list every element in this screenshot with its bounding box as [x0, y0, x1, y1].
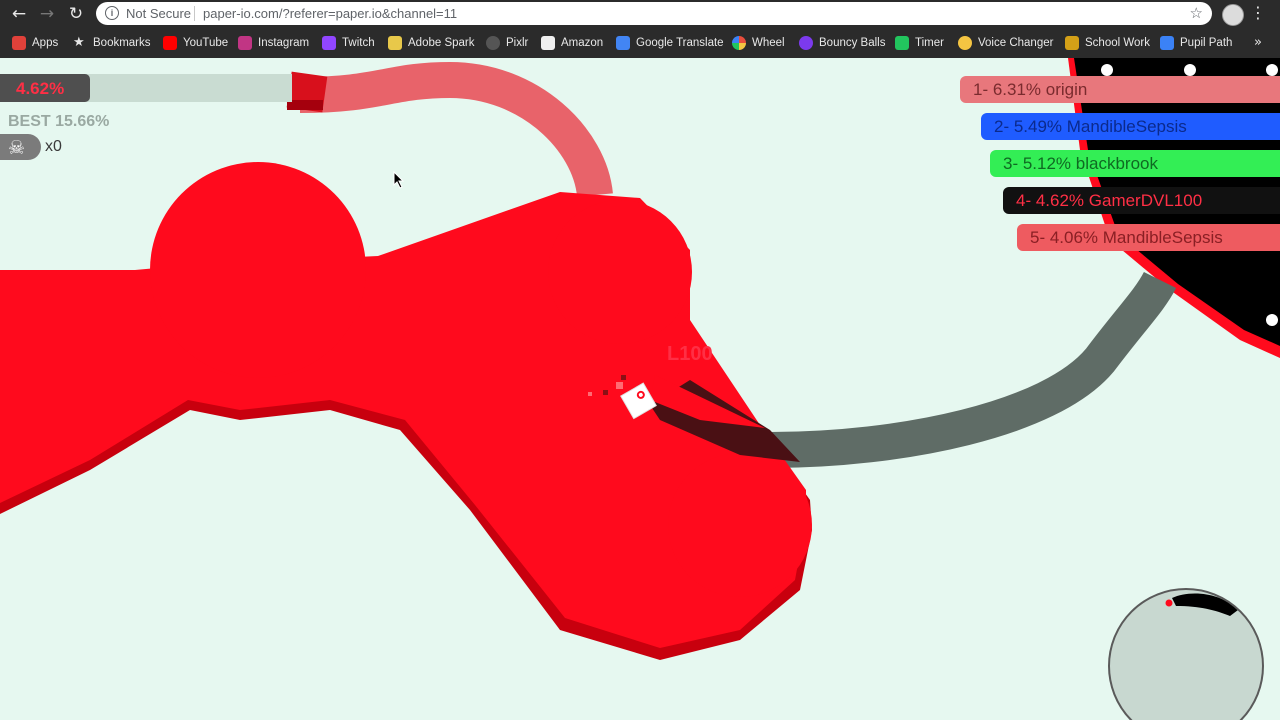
- bookmark-wheel[interactable]: Wheel: [732, 28, 785, 58]
- reload-icon[interactable]: ↻: [66, 4, 86, 24]
- enemy-trail: [769, 271, 1177, 468]
- bouncy-balls-icon: [799, 36, 813, 50]
- amazon-icon: [541, 36, 555, 50]
- bookmark-label: Pixlr: [506, 37, 529, 49]
- game-canvas[interactable]: 4.62% BEST 15.66% ☠ x0 L100 1- 6.31% ori…: [0, 58, 1280, 720]
- adobe-spark-icon: [388, 36, 402, 50]
- bookmark-label: Voice Changer: [978, 37, 1054, 49]
- bookmark-instagram[interactable]: Instagram: [238, 28, 309, 58]
- enemy-dot: [1101, 64, 1113, 76]
- bookmark-label: Twitch: [342, 37, 375, 49]
- address-divider: [194, 6, 195, 21]
- bookmark-apps[interactable]: Apps: [12, 28, 58, 58]
- star-icon: ★: [73, 35, 85, 50]
- particle: [588, 392, 592, 396]
- leaderboard-row-2: 2- 5.49% MandibleSepsis: [981, 113, 1280, 140]
- skull-icon: ☠: [8, 137, 26, 159]
- youtube-icon: [163, 36, 177, 50]
- bookmark-voice-changer[interactable]: Voice Changer: [958, 28, 1053, 58]
- bookmark-adobe-spark[interactable]: Adobe Spark: [388, 28, 475, 58]
- bookmark-label: School Work: [1085, 37, 1150, 49]
- score-percent: 4.62%: [16, 79, 65, 98]
- kill-count: x0: [45, 138, 62, 155]
- minimap-player-dot: [1165, 599, 1173, 607]
- security-label: Not Secure: [126, 6, 192, 21]
- bookmark-timer[interactable]: Timer: [895, 28, 944, 58]
- bookmark-google-translate[interactable]: Google Translate: [616, 28, 724, 58]
- enemy-dot: [1266, 64, 1278, 76]
- bookmark-label: Bookmarks: [93, 37, 151, 49]
- pupil-path-icon: [1160, 36, 1174, 50]
- player-name-label: L100: [667, 343, 713, 365]
- bookmark-label: Amazon: [561, 37, 604, 49]
- bookmark-school-work[interactable]: School Work: [1065, 28, 1150, 58]
- bookmark-label: Adobe Spark: [408, 37, 475, 49]
- bookmark-label: Apps: [32, 37, 59, 49]
- bookmark-star-icon[interactable]: ☆: [1190, 4, 1203, 22]
- timer-icon: [895, 36, 909, 50]
- voice-changer-icon: [958, 36, 972, 50]
- particle: [603, 390, 608, 395]
- instagram-icon: [238, 36, 252, 50]
- url-text[interactable]: paper-io.com/?referer=paper.io&channel=1…: [203, 6, 457, 21]
- school-work-icon: [1065, 36, 1079, 50]
- bookmark-label: Timer: [915, 37, 944, 49]
- bookmark-label: Instagram: [258, 37, 310, 49]
- bookmark-label: Wheel: [752, 37, 785, 49]
- more-bookmarks-icon[interactable]: »: [1254, 35, 1262, 50]
- bookmark-label: YouTube: [183, 37, 229, 49]
- bookmark-label: Pupil Path: [1180, 37, 1233, 49]
- leaderboard-row-5: 5- 4.06% MandibleSepsis: [1017, 224, 1280, 251]
- bookmark-youtube[interactable]: YouTube: [163, 28, 228, 58]
- bookmark-pixlr[interactable]: Pixlr: [486, 28, 528, 58]
- info-icon[interactable]: i: [105, 6, 119, 20]
- bookmark-bouncy-balls[interactable]: Bouncy Balls: [799, 28, 885, 58]
- player-trail: [299, 61, 613, 198]
- particle: [616, 382, 623, 389]
- leaderboard-row-1: 1- 6.31% origin: [960, 76, 1280, 103]
- enemy-dot: [1184, 64, 1196, 76]
- mouse-cursor-icon: [393, 171, 405, 189]
- bookmark-amazon[interactable]: Amazon: [541, 28, 603, 58]
- trail-start-block-shadow: [287, 100, 323, 110]
- bookmarks-bar: Apps ★ Bookmarks YouTube Instagram Twitch…: [0, 28, 1280, 58]
- pixlr-icon: [486, 36, 500, 50]
- bookmark-bookmarks[interactable]: ★ Bookmarks: [73, 28, 151, 58]
- particle: [621, 375, 626, 380]
- menu-dots-icon[interactable]: ⋮: [1250, 3, 1266, 22]
- minimap-drawing: [1165, 593, 1238, 616]
- profile-avatar[interactable]: [1222, 4, 1244, 26]
- bookmark-label: Bouncy Balls: [819, 37, 886, 49]
- leaderboard-row-4: 4- 4.62% GamerDVL100: [1003, 187, 1280, 214]
- twitch-icon: [322, 36, 336, 50]
- bookmark-pupil-path[interactable]: Pupil Path: [1160, 28, 1232, 58]
- apps-grid-icon: [12, 36, 26, 50]
- browser-toolbar: ← → ↻ i Not Secure paper-io.com/?referer…: [0, 0, 1280, 28]
- bookmark-label: Google Translate: [636, 37, 724, 49]
- forward-arrow-icon[interactable]: →: [37, 4, 57, 24]
- best-score: BEST 15.66%: [8, 113, 110, 130]
- leaderboard-row-3: 3- 5.12% blackbrook: [990, 150, 1280, 177]
- address-bar[interactable]: i Not Secure paper-io.com/?referer=paper…: [96, 2, 1212, 25]
- wheel-icon: [732, 36, 746, 50]
- enemy-dot: [1266, 314, 1278, 326]
- google-translate-icon: [616, 36, 630, 50]
- bookmark-twitch[interactable]: Twitch: [322, 28, 375, 58]
- back-arrow-icon[interactable]: ←: [9, 4, 29, 24]
